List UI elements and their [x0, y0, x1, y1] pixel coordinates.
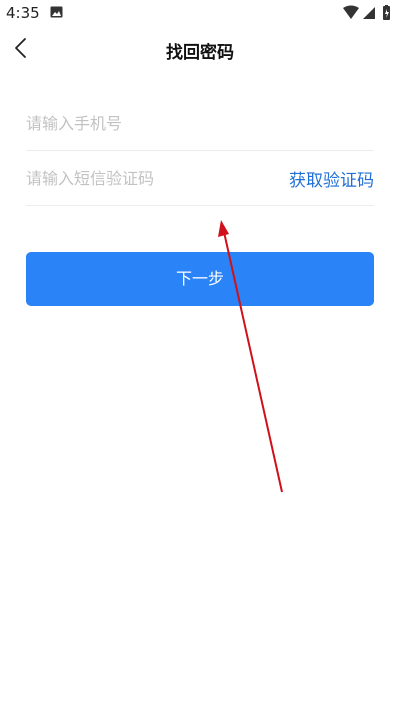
sms-code-field-row: 获取验证码 [26, 151, 374, 206]
wifi-icon [343, 5, 359, 19]
status-bar: 4:35 [0, 0, 400, 26]
phone-input[interactable] [26, 96, 374, 150]
header: 找回密码 [0, 26, 400, 74]
phone-field-row [26, 96, 374, 151]
image-notification-icon [50, 6, 63, 18]
status-icons [343, 5, 390, 20]
battery-icon [383, 5, 390, 20]
next-step-button[interactable]: 下一步 [26, 252, 374, 306]
sms-code-input[interactable] [26, 151, 266, 205]
status-time: 4:35 [6, 4, 40, 22]
page-title: 找回密码 [166, 43, 234, 63]
find-password-screen: 4:35 找回密码 请输入手机号 请输入短信验证码 获取验证码 下一步 [0, 0, 400, 711]
signal-icon [363, 7, 375, 19]
get-code-button[interactable]: 获取验证码 [289, 166, 374, 191]
